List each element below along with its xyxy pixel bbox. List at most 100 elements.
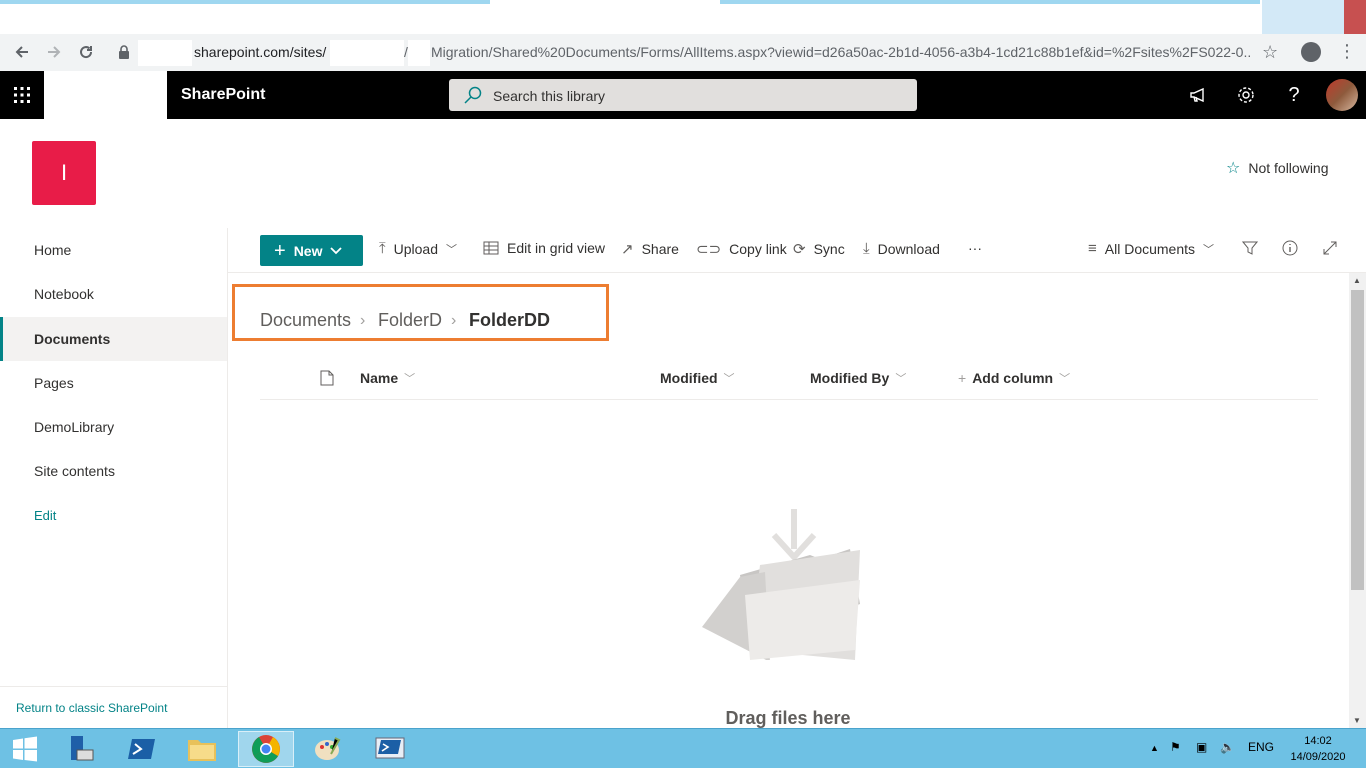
nav-item-pages[interactable]: Pages	[0, 361, 227, 405]
action-center-flag-icon[interactable]: ⚑	[1170, 740, 1181, 754]
nav-item-site-contents[interactable]: Site contents	[0, 449, 227, 493]
breadcrumb-item-documents[interactable]: Documents	[260, 310, 351, 331]
app-launcher-button[interactable]	[0, 71, 44, 119]
scrollbar-thumb[interactable]	[1351, 290, 1364, 590]
file-type-column[interactable]	[320, 370, 334, 386]
server-manager-app[interactable]	[52, 731, 108, 767]
powershell-ise-icon	[375, 737, 405, 759]
filter-button[interactable]	[1242, 240, 1258, 256]
tenant-logo	[44, 71, 167, 119]
reload-button[interactable]	[74, 40, 98, 64]
nav-item-label: Pages	[34, 375, 74, 391]
share-button[interactable]: ↗ Share	[621, 240, 679, 258]
profile-icon[interactable]	[1301, 42, 1321, 62]
powershell-app[interactable]	[114, 731, 170, 767]
browser-menu-icon[interactable]: ⋮	[1338, 42, 1356, 60]
chevron-down-icon: ﹀	[446, 243, 458, 256]
vertical-scrollbar[interactable]: ▲ ▼	[1349, 273, 1366, 728]
edit-grid-view-button[interactable]: Edit in grid view	[483, 240, 605, 256]
url-redaction	[330, 40, 404, 66]
waffle-icon	[14, 87, 30, 103]
sync-button[interactable]: ⟳ Sync	[793, 240, 845, 258]
site-logo[interactable]: I	[32, 141, 96, 205]
folder-icon	[188, 740, 216, 761]
follow-button[interactable]: ☆ Not following	[1226, 158, 1329, 178]
chevron-down-icon	[330, 246, 343, 254]
modified-by-column-header[interactable]: Modified By ﹀	[810, 370, 906, 386]
bookmark-star-icon[interactable]: ☆	[1262, 42, 1278, 63]
paint-app[interactable]	[300, 731, 356, 767]
return-to-classic-link[interactable]: Return to classic SharePoint	[0, 686, 227, 728]
lock-icon	[119, 45, 129, 59]
document-icon	[320, 370, 334, 386]
more-commands-button[interactable]: ···	[968, 240, 982, 256]
nav-item-label: Documents	[34, 331, 111, 347]
powershell-ise-app[interactable]	[362, 731, 418, 767]
nav-item-home[interactable]: Home	[0, 228, 227, 272]
chevron-down-icon: ﹀	[895, 373, 907, 385]
info-button[interactable]	[1282, 240, 1298, 256]
url-redaction	[138, 40, 192, 66]
system-clock[interactable]: 14:02 14/09/2020	[1286, 733, 1350, 765]
avatar[interactable]	[1326, 79, 1358, 111]
back-button[interactable]	[10, 40, 34, 64]
chrome-app[interactable]	[238, 731, 294, 767]
start-button[interactable]	[0, 731, 50, 767]
nav-item-documents[interactable]: Documents	[0, 317, 227, 361]
edit-grid-label: Edit in grid view	[507, 240, 606, 256]
browser-tab-strip	[0, 0, 1366, 34]
search-placeholder: Search this library	[493, 88, 606, 104]
plus-icon: +	[274, 239, 286, 262]
nav-item-label: Notebook	[34, 286, 94, 302]
forward-button[interactable]	[42, 40, 66, 64]
add-column-header[interactable]: + Add column ﹀	[958, 370, 1070, 386]
left-navigation: Home Notebook Documents Pages DemoLibrar…	[0, 228, 228, 728]
view-selector[interactable]: ≡ All Documents ﹀	[1088, 240, 1214, 257]
nav-item-demolibrary[interactable]: DemoLibrary	[0, 405, 227, 449]
sharepoint-brand[interactable]: SharePoint	[181, 86, 265, 104]
link-icon: ⊂⊃	[696, 241, 722, 258]
language-indicator[interactable]: ENG	[1248, 740, 1274, 754]
file-explorer-app[interactable]	[174, 731, 230, 767]
nav-item-notebook[interactable]: Notebook	[0, 272, 227, 316]
download-label: Download	[877, 240, 940, 257]
gear-icon[interactable]	[1234, 83, 1258, 107]
browser-toolbar: sharepoint.com/sites/ / Migration/Shared…	[0, 34, 1366, 71]
windows-taskbar: ▲ ⚑ ▣ 🔈 ENG 14:02 14/09/2020	[0, 728, 1366, 768]
tray-overflow-icon[interactable]: ▲	[1150, 743, 1159, 753]
window-controls[interactable]	[1262, 0, 1366, 34]
nav-item-label: Home	[34, 242, 72, 258]
upload-button[interactable]: ⤒ Upload ﹀	[379, 240, 457, 257]
chrome-icon	[252, 735, 280, 763]
suite-bar: SharePoint Search this library ?	[0, 71, 1366, 119]
network-icon[interactable]: ▣	[1196, 740, 1207, 754]
nav-item-label: DemoLibrary	[34, 419, 115, 435]
expand-button[interactable]	[1322, 240, 1338, 256]
windows-logo-icon	[13, 736, 37, 762]
nav-edit-label: Edit	[34, 507, 57, 523]
modified-column-header[interactable]: Modified ﹀	[660, 370, 735, 386]
window-close-button[interactable]	[1344, 0, 1366, 34]
address-bar[interactable]: sharepoint.com/sites/ / Migration/Shared…	[110, 38, 1290, 67]
breadcrumb-item-folderd[interactable]: FolderD	[378, 310, 442, 331]
more-icon: ···	[968, 240, 982, 256]
megaphone-icon[interactable]	[1186, 83, 1210, 107]
download-button[interactable]: ⤓ Download	[863, 240, 940, 257]
scroll-up-icon[interactable]: ▲	[1353, 276, 1361, 285]
new-button[interactable]: + New	[260, 235, 363, 266]
back-arrow-icon	[15, 46, 28, 58]
scroll-down-icon[interactable]: ▼	[1353, 716, 1361, 725]
name-column-header[interactable]: Name ﹀	[360, 370, 415, 386]
modified-column-label: Modified	[660, 370, 718, 386]
chevron-down-icon: ﹀	[1059, 373, 1071, 385]
volume-muted-icon[interactable]: 🔈	[1220, 740, 1235, 754]
help-icon[interactable]: ?	[1282, 83, 1306, 107]
add-column-label: Add column	[972, 370, 1054, 386]
copy-link-button[interactable]: ⊂⊃ Copy link	[696, 240, 787, 258]
search-input[interactable]: Search this library	[449, 79, 917, 111]
breadcrumb-separator-icon: ›	[451, 312, 457, 329]
filter-icon	[1242, 241, 1258, 255]
star-icon: ☆	[1226, 160, 1241, 177]
url-redaction	[408, 40, 430, 66]
nav-edit-link[interactable]: Edit	[0, 493, 227, 537]
